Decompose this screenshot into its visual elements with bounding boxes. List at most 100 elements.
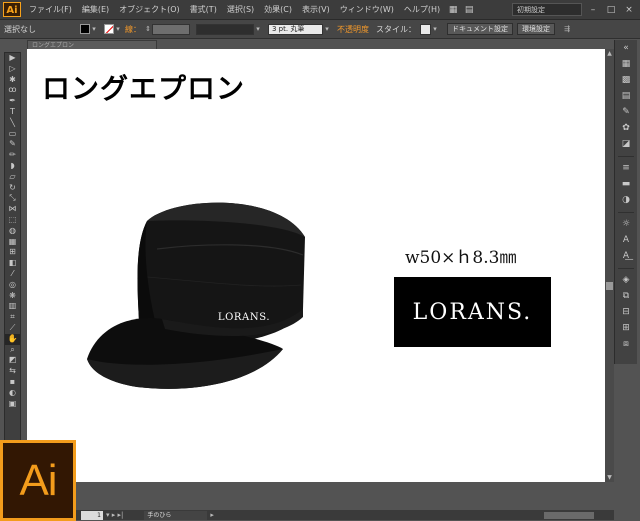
draw-mode-icon[interactable]: ◐	[5, 388, 20, 399]
close-button[interactable]: ×	[622, 4, 636, 16]
scroll-down-icon[interactable]: ▼	[605, 473, 614, 482]
selection-tool-icon[interactable]: ▶	[5, 53, 20, 64]
pencil-tool-icon[interactable]: ✏	[5, 150, 20, 161]
chevron-down-icon[interactable]: ▾	[431, 25, 439, 33]
eraser-tool-icon[interactable]: ▱	[5, 172, 20, 183]
opacity-label[interactable]: 不透明度	[331, 24, 372, 35]
brushes-panel-icon[interactable]: ✎	[615, 104, 637, 120]
arrange-icon[interactable]: ⇶	[563, 25, 571, 33]
menu-select[interactable]: 選択(S)	[222, 4, 259, 15]
column-graph-tool-icon[interactable]: ▥	[5, 301, 20, 312]
variable-width-field[interactable]	[196, 23, 254, 35]
appearance-panel-icon[interactable]: ☼	[615, 216, 637, 232]
menu-object[interactable]: オブジェクト(O)	[114, 4, 185, 15]
menu-window[interactable]: ウィンドウ(W)	[335, 4, 399, 15]
artboard-canvas[interactable]: ロングエプロン LORANS. w50×ｈ8.3㎜ LORANS.	[27, 49, 605, 482]
opentype-panel-icon[interactable]: A͟	[615, 248, 637, 264]
graphic-styles-icon[interactable]: ◪	[615, 136, 637, 152]
document-tab[interactable]: ロングエプロン	[27, 40, 157, 49]
slice-tool-icon[interactable]: ⟋	[5, 323, 20, 334]
shape-builder-tool-icon[interactable]: ◍	[5, 226, 20, 237]
transparency-panel-icon[interactable]: ◑	[615, 192, 637, 208]
workspace-switcher[interactable]: 初期設定	[512, 3, 582, 16]
swatches-panel-icon[interactable]: ▤	[615, 88, 637, 104]
current-tool-status[interactable]: 手のひら	[144, 510, 208, 520]
color-panel-icon[interactable]: ▦	[615, 56, 637, 72]
chevron-down-icon[interactable]: ▾	[114, 25, 122, 33]
menu-edit[interactable]: 編集(E)	[77, 4, 114, 15]
magic-wand-tool-icon[interactable]: ✱	[5, 75, 20, 86]
fill-swatch[interactable]	[80, 24, 90, 34]
line-tool-icon[interactable]: ╲	[5, 118, 20, 129]
color-guide-icon[interactable]: ▩	[615, 72, 637, 88]
stroke-label[interactable]: 線：	[122, 24, 144, 35]
character-panel-icon[interactable]: A	[615, 232, 637, 248]
symbol-sprayer-tool-icon[interactable]: ❋	[5, 291, 20, 302]
control-bar: 選択なし ▾ ▾ 線： ⇕ ▾ 3 pt. 丸筆 ▾ 不透明度 スタイル： ▾ …	[0, 20, 640, 39]
lasso-tool-icon[interactable]: ꝏ	[5, 85, 20, 96]
symbols-panel-icon[interactable]: ✿	[615, 120, 637, 136]
transform-panel-icon[interactable]: ⧈	[615, 336, 637, 352]
blob-brush-tool-icon[interactable]: ◗	[5, 161, 20, 172]
menu-type[interactable]: 書式(T)	[185, 4, 222, 15]
status-menu-icon[interactable]: ▸	[207, 511, 217, 519]
stroke-weight-field[interactable]	[152, 23, 190, 35]
direct-selection-tool-icon[interactable]: ▷	[5, 64, 20, 75]
chevron-down-icon[interactable]: ▾	[323, 25, 331, 33]
cap-image: LORANS.	[87, 202, 305, 389]
paintbrush-tool-icon[interactable]: ✎	[5, 139, 20, 150]
bridge-icon[interactable]: ▦	[445, 4, 461, 16]
stroke-panel-icon[interactable]: ≡	[615, 160, 637, 176]
hand-tool-icon[interactable]: ✋	[5, 333, 20, 345]
eyedropper-tool-icon[interactable]: ⁄	[5, 269, 20, 280]
menu-effect[interactable]: 効果(C)	[259, 4, 297, 15]
minimize-button[interactable]: –	[586, 4, 600, 16]
width-tool-icon[interactable]: ⋈	[5, 204, 20, 215]
chevron-down-icon[interactable]: ▾	[254, 25, 262, 33]
mesh-tool-icon[interactable]: ⊞	[5, 247, 20, 258]
stroke-swatch[interactable]	[104, 24, 114, 34]
type-tool-icon[interactable]: T	[5, 107, 20, 118]
pathfinder-panel-icon[interactable]: ⊞	[615, 320, 637, 336]
rotate-tool-icon[interactable]: ↻	[5, 183, 20, 194]
horizontal-scroll-thumb[interactable]	[544, 511, 594, 519]
chevron-down-icon[interactable]: ▾	[90, 25, 98, 33]
scale-tool-icon[interactable]: ⤡	[5, 193, 20, 204]
pen-tool-icon[interactable]: ✒	[5, 96, 20, 107]
artboard-tool-icon[interactable]: ⌗	[5, 312, 20, 323]
app-logo-small[interactable]: Ai	[3, 2, 21, 17]
rectangle-tool-icon[interactable]: ▭	[5, 129, 20, 140]
screen-mode-icon[interactable]: ▣	[5, 399, 20, 410]
blend-tool-icon[interactable]: ◎	[5, 280, 20, 291]
tools-panel: ▶ ▷ ✱ ꝏ ✒ T ╲ ▭ ✎ ✏ ◗ ▱ ↻ ⤡ ⋈ ⬚ ◍ ▦ ⊞ ◧ …	[4, 52, 21, 489]
vertical-scrollbar[interactable]: ▲ ▼	[605, 49, 614, 482]
menu-right-group: 初期設定 – □ ×	[512, 3, 640, 16]
collapse-panels-icon[interactable]: «	[615, 40, 637, 56]
preferences-button[interactable]: 環境設定	[517, 23, 555, 35]
artboards-panel-icon[interactable]: ⧉	[615, 288, 637, 304]
gradient-tool-icon[interactable]: ◧	[5, 258, 20, 269]
swap-colors-icon[interactable]: ⇆	[5, 366, 20, 377]
zoom-tool-icon[interactable]: ⌕	[5, 345, 20, 356]
stepper-icon[interactable]: ⇕	[144, 25, 152, 33]
arrange-documents-icon[interactable]: ▤	[461, 4, 477, 16]
brush-field[interactable]: 3 pt. 丸筆	[268, 23, 323, 35]
perspective-grid-tool-icon[interactable]: ▦	[5, 237, 20, 248]
color-mode-icon[interactable]: ▪	[5, 377, 20, 388]
artboard-number-field[interactable]: 1	[81, 510, 103, 520]
free-transform-tool-icon[interactable]: ⬚	[5, 215, 20, 226]
menu-file[interactable]: ファイル(F)	[24, 4, 77, 15]
style-swatch[interactable]	[420, 23, 431, 35]
menu-view[interactable]: 表示(V)	[297, 4, 335, 15]
align-panel-icon[interactable]: ⊟	[615, 304, 637, 320]
gradient-panel-icon[interactable]: ▬	[615, 176, 637, 192]
document-setup-button[interactable]: ドキュメント設定	[447, 23, 513, 35]
menu-help[interactable]: ヘルプ(H)	[399, 4, 445, 15]
scroll-up-icon[interactable]: ▲	[605, 49, 614, 58]
vertical-scroll-thumb[interactable]	[606, 282, 613, 290]
maximize-button[interactable]: □	[604, 4, 618, 16]
layers-panel-icon[interactable]: ◈	[615, 272, 637, 288]
fill-stroke-icon[interactable]: ◩	[5, 355, 20, 366]
artboard-nav-arrows-icon[interactable]: ▾ ▸ ▸|	[103, 511, 126, 519]
panel-dock: « ▦ ▩ ▤ ✎ ✿ ◪ ≡ ▬ ◑ ☼ A A͟ ◈ ⧉ ⊟ ⊞ ⧈	[614, 40, 637, 364]
